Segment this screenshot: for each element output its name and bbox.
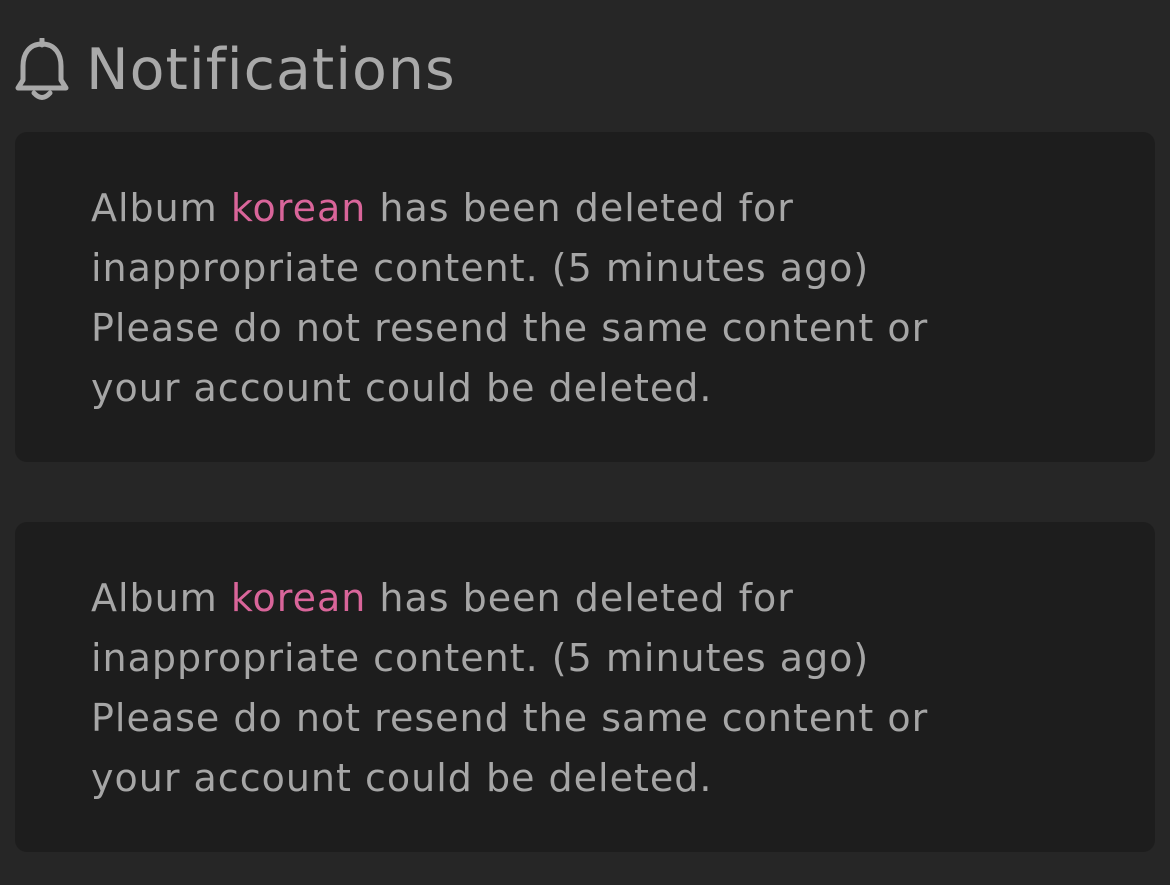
notification-prefix: Album: [91, 576, 218, 620]
notification-text: inappropriate content. (5 minutes ago): [91, 246, 870, 290]
notification-text: your account could be deleted.: [91, 366, 713, 410]
album-link[interactable]: korean: [231, 576, 366, 620]
notification-message: Album korean has been deleted for inappr…: [91, 178, 1115, 418]
notifications-header: Notifications: [14, 32, 456, 108]
bell-icon: [15, 38, 69, 100]
page-title: Notifications: [86, 37, 456, 103]
notification-card: Album korean has been deleted for inappr…: [15, 132, 1155, 462]
notification-text: has been deleted for: [379, 576, 794, 620]
album-link[interactable]: korean: [231, 186, 366, 230]
notification-card: Album korean has been deleted for inappr…: [15, 522, 1155, 852]
notification-text: your account could be deleted.: [91, 756, 713, 800]
notification-text: Please do not resend the same content or: [91, 306, 929, 350]
notification-text: inappropriate content. (5 minutes ago): [91, 636, 870, 680]
notification-prefix: Album: [91, 186, 218, 230]
notification-text: has been deleted for: [379, 186, 794, 230]
notification-text: Please do not resend the same content or: [91, 696, 929, 740]
notification-message: Album korean has been deleted for inappr…: [91, 568, 1115, 808]
